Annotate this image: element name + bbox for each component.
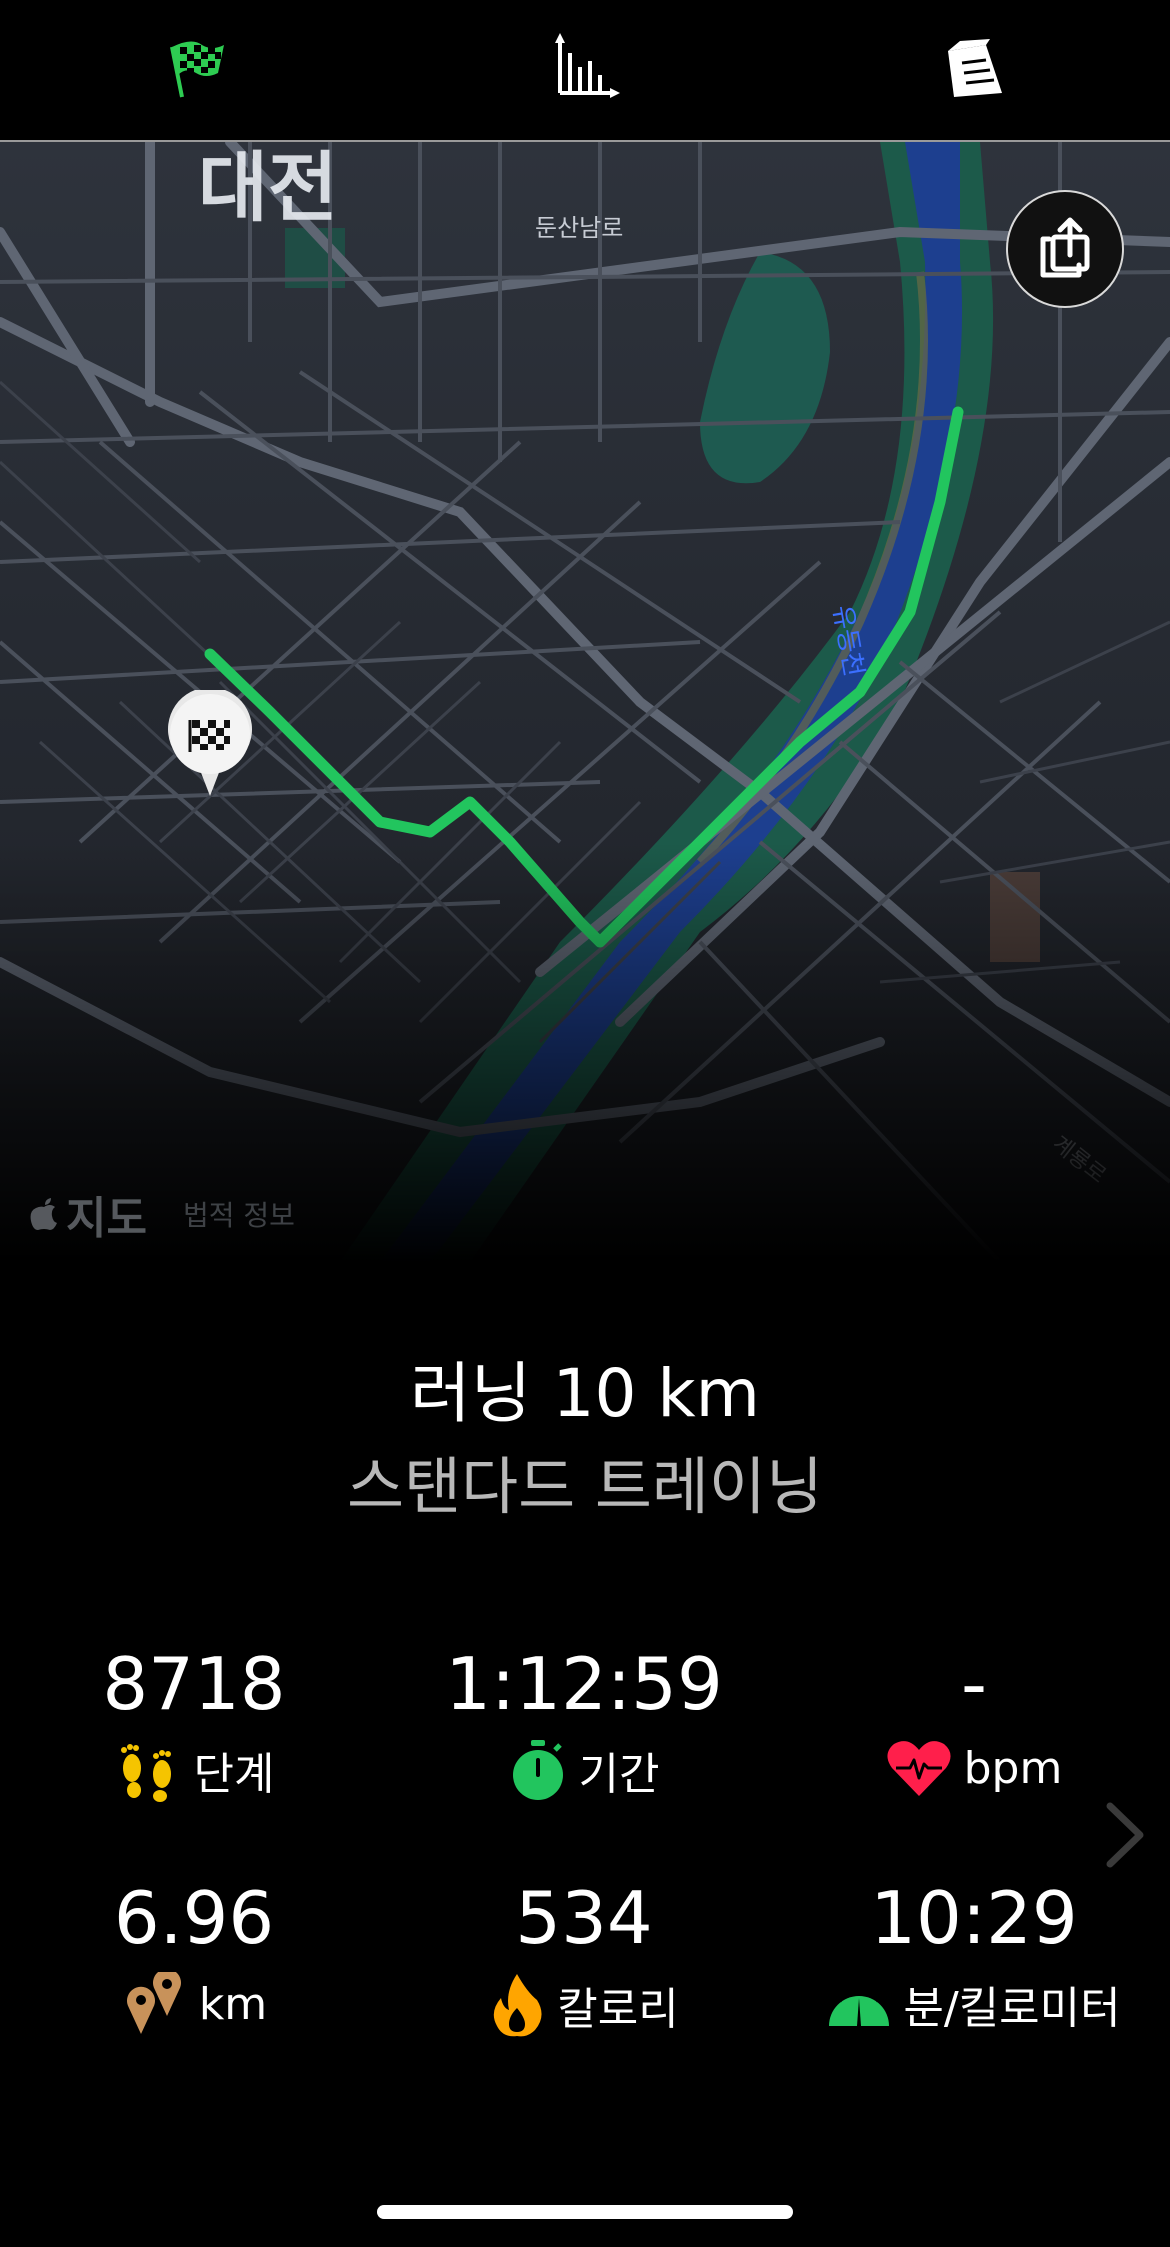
tab-statistics[interactable] — [535, 18, 635, 118]
speedometer-icon — [829, 1984, 890, 2026]
heart-icon — [887, 1741, 951, 1796]
heart-rate-value: - — [961, 1642, 987, 1726]
stat-duration: 1:12:59 기간 — [394, 1648, 774, 1802]
share-button[interactable] — [1006, 190, 1124, 308]
stat-distance: 6.96 km — [4, 1882, 384, 2036]
home-indicator[interactable] — [377, 2205, 793, 2219]
tab-shop[interactable] — [925, 18, 1025, 118]
route-map[interactable]: 대전 둔산남로 유등천 계룡로 지도 법적 정보 — [0, 142, 1170, 1262]
top-tab-bar — [0, 0, 1170, 142]
chevron-right-icon[interactable] — [1100, 1800, 1150, 1870]
stat-heart-rate: - bpm — [784, 1648, 1164, 1798]
stat-steps: 8718 단계 — [4, 1648, 384, 1802]
map-road-label: 둔산남로 — [535, 214, 624, 242]
footprints-icon — [120, 1744, 171, 1802]
calories-value: 534 — [515, 1876, 653, 1960]
duration-label: 기간 — [578, 1749, 660, 1800]
distance-value: 6.96 — [113, 1876, 275, 1960]
workout-subtitle: 스탠다드 트레이닝 — [346, 1450, 824, 1523]
legal-info-link[interactable]: 법적 정보 — [183, 1194, 295, 1234]
steps-label: 단계 — [193, 1749, 275, 1800]
stat-calories: 534 칼로리 — [394, 1882, 774, 2038]
flame-icon — [494, 1974, 542, 2037]
map-city-label: 대전 — [198, 143, 338, 232]
shopping-bag-icon — [948, 39, 1002, 97]
apple-logo-icon — [30, 1198, 57, 1230]
pace-label: 분/킬로미터 — [903, 1983, 1121, 2034]
stopwatch-icon — [512, 1740, 563, 1800]
tab-finish[interactable] — [143, 18, 243, 118]
start-pin — [166, 687, 254, 798]
heart-rate-label: bpm — [963, 1742, 1063, 1794]
location-pins-icon — [126, 1972, 181, 2034]
workout-title: 러닝 10 km — [410, 1355, 760, 1432]
duration-value: 1:12:59 — [445, 1642, 723, 1726]
stat-pace: 10:29 분/킬로미터 — [784, 1882, 1164, 2036]
pace-value: 10:29 — [870, 1876, 1078, 1960]
calories-label: 칼로리 — [557, 1984, 679, 2035]
checkered-flag-icon — [170, 41, 224, 98]
maps-attribution[interactable]: 지도 법적 정보 — [30, 1182, 295, 1246]
maps-brand-label: 지도 — [66, 1193, 147, 1244]
bar-chart-icon — [555, 33, 620, 98]
distance-label: km — [198, 1978, 268, 2030]
share-icon — [1040, 217, 1090, 278]
steps-value: 8718 — [102, 1642, 286, 1726]
checkered-flag-pin-icon — [168, 687, 252, 796]
